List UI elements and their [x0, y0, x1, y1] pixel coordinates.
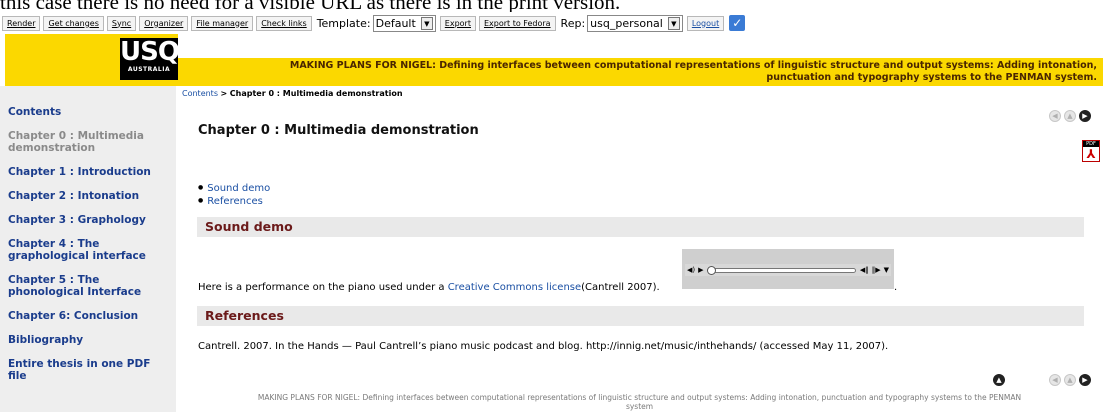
prev-page-icon[interactable]: ◀ — [1049, 374, 1061, 386]
page-title: Chapter 0 : Multimedia demonstration — [198, 123, 479, 138]
toolbar: Render Get changes Sync Organizer File m… — [0, 12, 1103, 34]
logo-main: USQ — [120, 37, 180, 67]
export-fedora-button[interactable]: Export to Fedora — [478, 15, 556, 31]
sidebar-item-entire-pdf[interactable]: Entire thesis in one PDF file — [8, 358, 168, 382]
site-title: MAKING PLANS FOR NIGEL: Defining interfa… — [178, 58, 1103, 86]
sidebar-item-chapter-2[interactable]: Chapter 2 : Intonation — [8, 190, 168, 202]
volume-icon[interactable]: ◀) — [687, 266, 695, 274]
pdf-icon[interactable]: PDF ⅄ — [1082, 140, 1100, 162]
breadcrumb-contents-link[interactable]: Contents — [182, 89, 218, 98]
toc-references-link[interactable]: References — [207, 196, 263, 207]
player-controls: ◀) ▶ ◀‖ ‖▶ ▼ — [685, 264, 891, 276]
template-select[interactable]: Default ▼ — [372, 14, 436, 32]
footer-line2: system — [625, 402, 654, 411]
next-page-icon[interactable]: ▶ — [1079, 110, 1091, 122]
template-value: Default — [375, 16, 416, 30]
table-of-contents: Sound demo References — [198, 182, 270, 208]
list-item: References — [198, 195, 270, 208]
toc-sound-demo-link[interactable]: Sound demo — [207, 183, 270, 194]
performance-citation: (Cantrell 2007). — [581, 282, 660, 293]
sidebar-item-chapter-0[interactable]: Chapter 0 : Multimedia demonstration — [8, 130, 168, 154]
render-button[interactable]: Render — [2, 15, 41, 31]
file-manager-button[interactable]: File manager — [191, 15, 254, 31]
chevron-down-icon: ▼ — [667, 16, 680, 30]
up-page-icon[interactable]: ▲ — [1064, 110, 1076, 122]
logo: USQ AUSTRALIA — [5, 34, 180, 86]
rewind-icon[interactable]: ◀‖ — [860, 266, 869, 274]
sidebar-item-bibliography[interactable]: Bibliography — [8, 334, 168, 346]
rep-label: Rep: — [560, 16, 586, 30]
next-page-icon[interactable]: ▶ — [1079, 374, 1091, 386]
footer-line1: MAKING PLANS FOR NIGEL: Defining interfa… — [257, 393, 1022, 402]
logo-sub: AUSTRALIA — [127, 66, 171, 73]
site-title-line2: punctuation and typography systems to th… — [766, 72, 1097, 83]
creative-commons-link[interactable]: Creative Commons license — [448, 282, 581, 293]
up-page-icon[interactable]: ▲ — [1064, 374, 1076, 386]
breadcrumb-separator: > — [220, 89, 228, 98]
acrobat-icon: ⅄ — [1086, 147, 1096, 161]
list-item: Sound demo — [198, 182, 270, 195]
sidebar-item-chapter-5[interactable]: Chapter 5 : The phonological Interface — [8, 274, 168, 298]
rep-select[interactable]: usq_personal ▼ — [587, 14, 683, 32]
bottom-top-nav: ▲ — [993, 374, 1005, 386]
usq-logo: USQ AUSTRALIA — [120, 37, 180, 80]
sidebar-item-chapter-3[interactable]: Chapter 3 : Graphology — [8, 214, 168, 226]
caption-text: this case there is no need for a visible… — [0, 0, 621, 12]
seek-handle[interactable] — [706, 265, 716, 275]
template-label: Template: — [316, 16, 371, 30]
organizer-button[interactable]: Organizer — [139, 15, 189, 31]
menu-icon[interactable]: ▼ — [884, 266, 889, 274]
site-title-line1: MAKING PLANS FOR NIGEL: Defining interfa… — [289, 60, 1097, 71]
prev-page-icon[interactable]: ◀ — [1049, 110, 1061, 122]
sidebar-item-chapter-4[interactable]: Chapter 4 : The graphological interface — [8, 238, 168, 262]
audio-player[interactable]: ◀) ▶ ◀‖ ‖▶ ▼ — [682, 249, 894, 289]
check-links-button[interactable]: Check links — [256, 15, 312, 31]
logout-button[interactable]: Logout — [686, 15, 725, 31]
checkmark-icon[interactable]: ✓ — [729, 15, 746, 31]
chevron-down-icon: ▼ — [420, 16, 433, 30]
sidebar-item-contents[interactable]: Contents — [8, 106, 168, 118]
sync-button[interactable]: Sync — [106, 15, 137, 31]
section-heading-sound-demo: Sound demo — [197, 217, 1084, 237]
performance-text: Here is a performance on the piano used … — [198, 282, 660, 293]
section-heading-references: References — [197, 306, 1084, 326]
rep-value: usq_personal — [590, 16, 663, 30]
export-button[interactable]: Export — [439, 15, 476, 31]
performance-end: . — [894, 282, 898, 293]
top-page-nav: ◀ ▲ ▶ — [1049, 110, 1091, 122]
bottom-page-nav: ◀ ▲ ▶ — [1049, 374, 1091, 386]
breadcrumb-current: Chapter 0 : Multimedia demonstration — [229, 89, 403, 98]
footer: MAKING PLANS FOR NIGEL: Defining interfa… — [176, 393, 1103, 411]
top-of-page-icon[interactable]: ▲ — [993, 374, 1005, 386]
play-icon[interactable]: ▶ — [698, 266, 703, 274]
forward-icon[interactable]: ‖▶ — [872, 266, 881, 274]
sidebar-item-chapter-1[interactable]: Chapter 1 : Introduction — [8, 166, 168, 178]
get-changes-button[interactable]: Get changes — [43, 15, 104, 31]
performance-prefix: Here is a performance on the piano used … — [198, 282, 448, 293]
breadcrumb: Contents > Chapter 0 : Multimedia demons… — [182, 89, 403, 98]
sidebar-item-chapter-6[interactable]: Chapter 6: Conclusion — [8, 310, 168, 322]
reference-text: Cantrell. 2007. In the Hands — Paul Cant… — [198, 341, 889, 352]
sidebar: Contents Chapter 0 : Multimedia demonstr… — [0, 86, 176, 412]
seek-slider[interactable] — [706, 265, 856, 275]
